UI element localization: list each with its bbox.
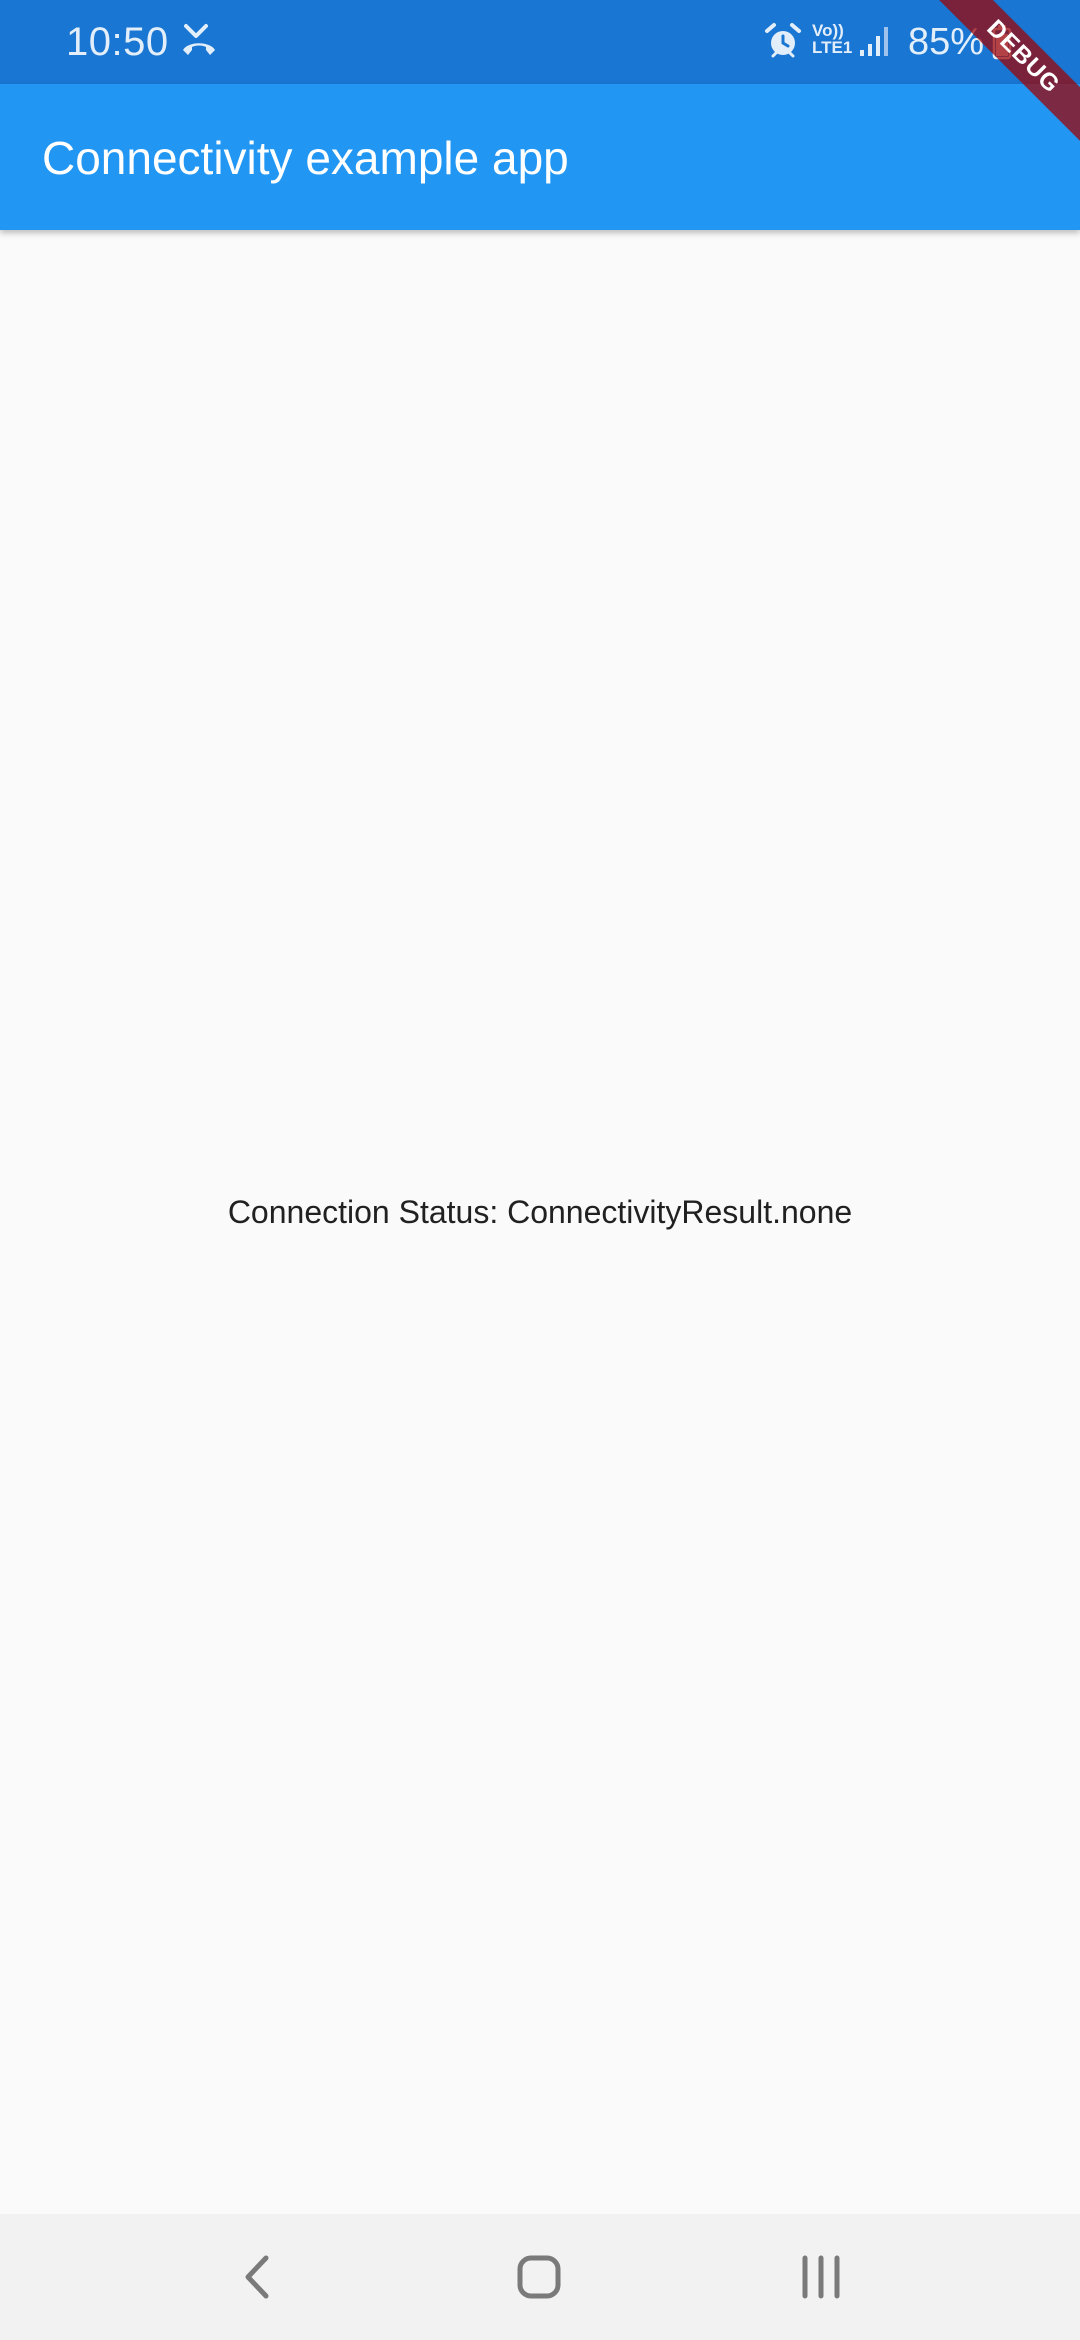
screen: 10:50 Vo)) LTE1 85% Connectivity example… (0, 0, 1080, 2340)
app-title: Connectivity example app (42, 132, 569, 184)
connection-status-text: Connection Status: ConnectivityResult.no… (227, 1194, 853, 1230)
missed-call-icon (183, 24, 215, 55)
battery-icon (992, 25, 1012, 60)
battery-percent: 85% (908, 21, 985, 63)
app-bar: Connectivity example app (0, 84, 1080, 230)
signal-icon (860, 27, 888, 56)
recents-icon[interactable] (788, 2244, 854, 2310)
volte-label: Vo)) (812, 21, 844, 40)
lte-label: LTE1 (812, 38, 853, 57)
main-content: Connection Status: ConnectivityResult.no… (0, 230, 1080, 2214)
status-time: 10:50 (66, 20, 169, 64)
network-type-indicator: Vo)) LTE1 (812, 22, 856, 60)
status-bar: 10:50 Vo)) LTE1 85% (0, 0, 1080, 84)
home-icon[interactable] (506, 2244, 572, 2310)
alarm-icon (765, 23, 801, 58)
navigation-bar (0, 2214, 1080, 2340)
back-icon[interactable] (226, 2244, 292, 2310)
